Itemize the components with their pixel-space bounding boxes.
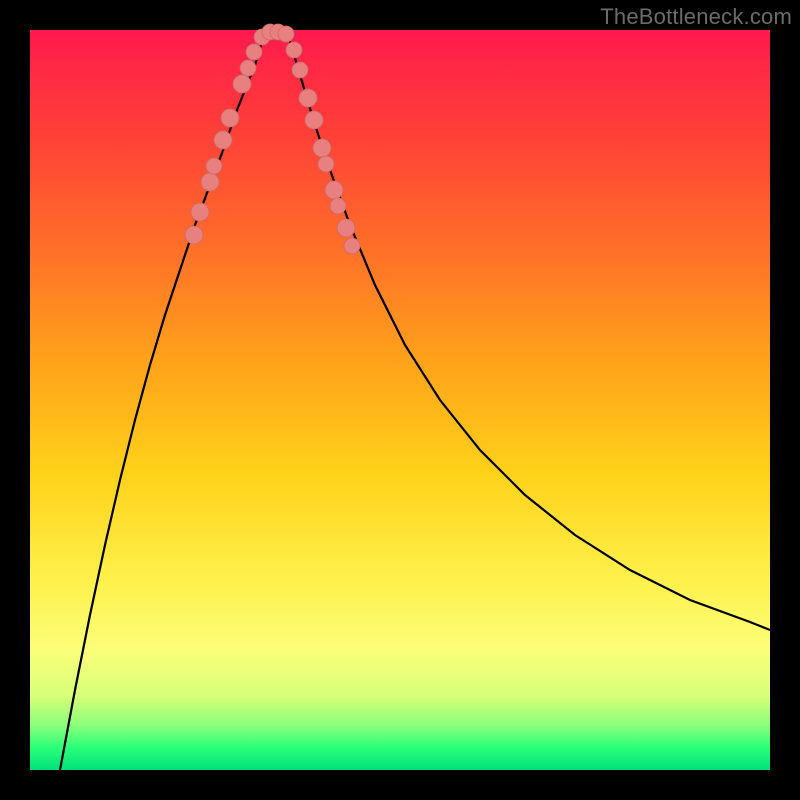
curve-left-curve: [60, 35, 264, 770]
data-dot: [318, 156, 334, 172]
data-dot: [185, 226, 203, 244]
data-dot: [325, 181, 343, 199]
data-dot: [221, 109, 239, 127]
data-dot: [299, 89, 317, 107]
curve-right-curve: [288, 35, 770, 630]
data-dot: [206, 158, 222, 174]
watermark-text: TheBottleneck.com: [600, 4, 792, 30]
data-dot: [278, 26, 294, 42]
data-dot: [214, 131, 232, 149]
data-dot: [292, 62, 308, 78]
data-dot: [240, 60, 256, 76]
chart-svg: [30, 30, 770, 770]
data-dot: [337, 219, 355, 237]
data-dot: [191, 203, 209, 221]
data-dot: [344, 238, 360, 254]
data-dot: [313, 139, 331, 157]
data-dot: [233, 75, 251, 93]
chart-stage: TheBottleneck.com: [0, 0, 800, 800]
data-dot: [305, 111, 323, 129]
dot-group: [185, 24, 360, 254]
data-dot: [330, 198, 346, 214]
data-dot: [201, 173, 219, 191]
plot-area: [30, 30, 770, 770]
data-dot: [246, 44, 262, 60]
data-dot: [286, 42, 302, 58]
curve-group: [60, 31, 770, 770]
